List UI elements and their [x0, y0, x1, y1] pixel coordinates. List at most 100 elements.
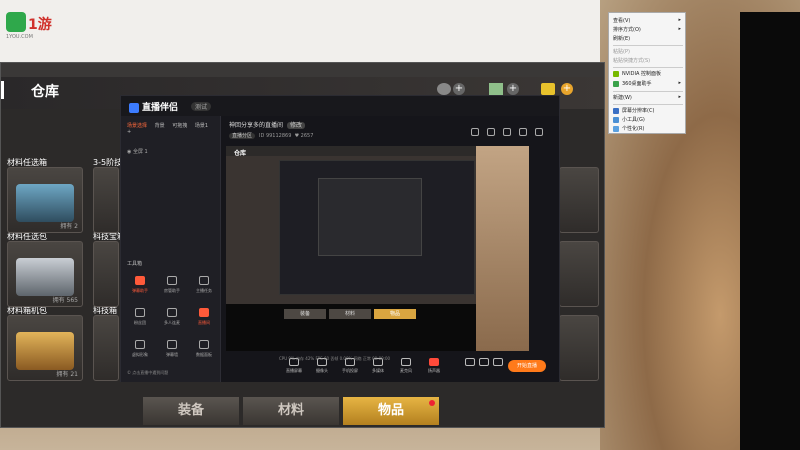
menu-divider: [613, 91, 683, 92]
chest-item[interactable]: [559, 167, 599, 233]
chevron-right-icon: ▸: [678, 26, 681, 32]
stream-app-window: 直播伴侣 测试 场景选择 背景 可拖拽 场景1 + ◉ 全屏 1 工具箱 弹幕助…: [120, 95, 560, 382]
data-icon: [199, 340, 209, 349]
preview-tab: 物品: [374, 309, 416, 319]
help-text[interactable]: © 点击直播中遇到问题: [127, 370, 168, 376]
menu-item[interactable]: NVIDIA 控制面板: [613, 70, 683, 78]
chest-item[interactable]: [93, 167, 119, 233]
site-logo: 1游 1YOU.COM: [6, 12, 58, 40]
chest-item[interactable]: [559, 315, 599, 381]
menu-item[interactable]: 排序方式(O) ▸: [613, 26, 683, 34]
cash-icon: [489, 83, 503, 95]
stream-titlebar: 直播伴侣 测试: [121, 96, 559, 116]
menu-item[interactable]: 粘贴(P): [613, 48, 683, 56]
gift-icon[interactable]: [503, 128, 511, 136]
menu-item[interactable]: 新建(W) ▸: [613, 94, 683, 102]
add-icon[interactable]: +: [507, 83, 519, 95]
menu-item[interactable]: 个性化(R): [613, 125, 683, 133]
logo-icon: [6, 12, 26, 32]
chevron-right-icon: ▸: [678, 17, 681, 23]
chest-item[interactable]: 拥有 21: [7, 315, 83, 381]
tool-task[interactable]: 主播任务: [191, 276, 217, 298]
scene-item[interactable]: ◉ 全屏 1: [127, 148, 148, 155]
task-icon: [199, 276, 209, 285]
preview-title: 仓库: [234, 150, 247, 157]
display-icon: [613, 107, 619, 114]
inventory-tabs: 装备 材料 物品: [143, 397, 439, 425]
edit-button[interactable]: 修改: [287, 122, 306, 129]
tool-admin[interactable]: 房管助手: [159, 276, 185, 298]
lock-icon[interactable]: [487, 128, 495, 136]
mic-icon: [401, 358, 411, 366]
app-logo: 直播伴侣: [129, 100, 178, 113]
tool-wall[interactable]: 弹幕墙: [159, 340, 185, 362]
nvidia-icon: [613, 70, 619, 77]
ctl-speaker[interactable]: 扬声器: [421, 358, 447, 374]
page-title: 仓库: [31, 84, 59, 100]
add-icon[interactable]: +: [127, 129, 131, 135]
preview-tab: 材料: [329, 309, 371, 319]
personalize-icon: [613, 125, 619, 132]
scene-tabs: 场景选择 背景 可拖拽 场景1 +: [127, 122, 220, 135]
context-menu: 查看(V) ▸ 排序方式(O) ▸ 刷新(E) 粘贴(P) 粘贴快捷方式(S) NV…: [608, 12, 686, 134]
start-live-button[interactable]: 开始直播: [508, 360, 546, 372]
chevron-right-icon: ▸: [678, 80, 681, 86]
room-title: 神回分享多的直播间 修改: [229, 120, 306, 129]
menu-item[interactable]: 刷新(E): [613, 35, 683, 43]
tab-scene1[interactable]: 场景1: [195, 123, 208, 129]
add-icon[interactable]: +: [453, 83, 465, 95]
gold-icon: [541, 83, 555, 95]
gadget-icon: [613, 116, 619, 123]
menu-item[interactable]: 360桌面助手 ▸: [613, 80, 683, 88]
tab-draggable[interactable]: 可拖拽: [172, 123, 187, 129]
tool-room[interactable]: 直播间: [191, 308, 217, 330]
tool-danmu[interactable]: 弹幕助手: [127, 276, 153, 298]
chest-image: [16, 332, 74, 370]
back-icon[interactable]: [1, 81, 11, 99]
bell-icon[interactable]: [519, 128, 527, 136]
black-panel: [740, 12, 800, 450]
tab-background[interactable]: 背景: [155, 123, 165, 129]
room-info: 直播分区 ID 99112869 ♥ 2657: [229, 132, 313, 139]
tab-materials[interactable]: 材料: [243, 397, 339, 425]
menu-divider: [613, 45, 683, 46]
app-logo-icon: [129, 102, 139, 113]
menu-item[interactable]: 小工具(G): [613, 116, 683, 124]
owned-count: 拥有 21: [56, 371, 78, 378]
chest-item[interactable]: 拥有 2: [7, 167, 83, 233]
share-icon[interactable]: [471, 128, 479, 136]
stream-sidebar: 场景选择 背景 可拖拽 场景1 + ◉ 全屏 1 工具箱 弹幕助手 房管助手 主…: [121, 116, 221, 382]
menu-item[interactable]: 屏幕分辨率(C): [613, 107, 683, 115]
tool-multi[interactable]: 多人连麦: [159, 308, 185, 330]
avatar-icon: [135, 340, 145, 349]
game-titlebar: [1, 63, 604, 77]
chest-item[interactable]: [93, 315, 119, 381]
status-bar: CPU 9% 内存 42% FPS 60 丢帧 0.00% 网络 正常 00:0…: [279, 356, 391, 361]
preview-game: 仓库: [226, 146, 476, 304]
stream-preview[interactable]: 仓库 装备 材料 物品: [226, 146, 529, 351]
speaker-icon: [429, 358, 439, 366]
category-tag[interactable]: 直播分区: [229, 133, 256, 139]
chest-image: [16, 184, 74, 222]
settings-icon[interactable]: [535, 128, 543, 136]
stream-main: 神回分享多的直播间 修改 直播分区 ID 99112869 ♥ 2657 仓库 装备…: [221, 116, 559, 382]
ctl-mic[interactable]: 麦克风: [393, 358, 419, 374]
tool-fans[interactable]: 粉丝团: [127, 308, 153, 330]
admin-icon: [167, 276, 177, 285]
tab-equipment[interactable]: 装备: [143, 397, 239, 425]
version-badge: 测试: [191, 102, 212, 111]
tool-avatar[interactable]: 虚拟形象: [127, 340, 153, 362]
tool-data[interactable]: 数据面板: [191, 340, 217, 362]
preview-tabs: 装备 材料 物品: [284, 309, 416, 319]
chest-item[interactable]: 拥有 565: [7, 241, 83, 307]
chest-item[interactable]: [559, 241, 599, 307]
tab-items[interactable]: 物品: [343, 397, 439, 425]
menu-divider: [613, 67, 683, 68]
add-icon[interactable]: +: [561, 83, 573, 95]
chest-item[interactable]: [93, 241, 119, 307]
menu-item[interactable]: 粘贴快捷方式(S): [613, 57, 683, 65]
medal-icon: [437, 83, 451, 95]
chevron-right-icon: ▸: [678, 94, 681, 100]
preview-tab: 装备: [284, 309, 326, 319]
menu-item[interactable]: 查看(V) ▸: [613, 17, 683, 25]
